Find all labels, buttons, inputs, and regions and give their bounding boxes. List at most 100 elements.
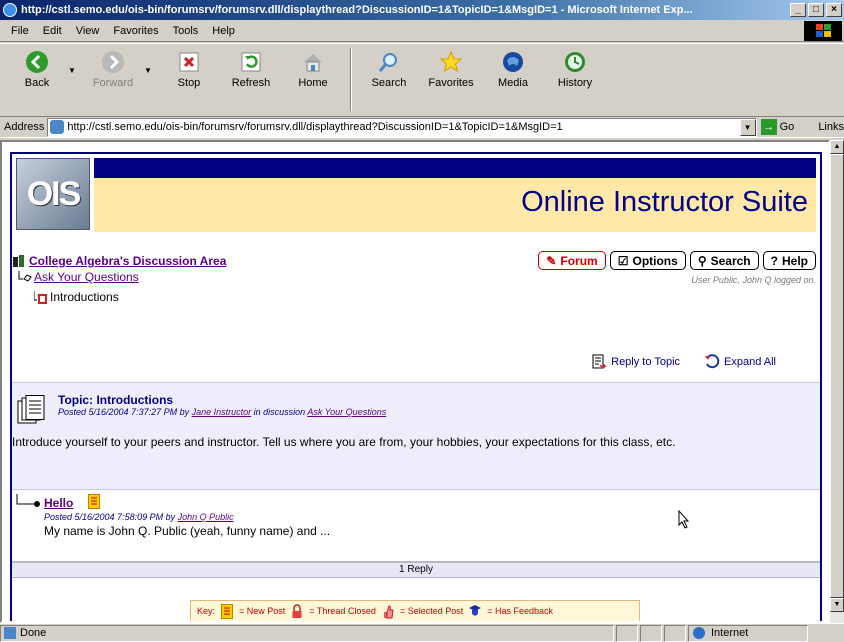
vertical-scrollbar[interactable]: ▲ ▼ [830, 140, 844, 623]
address-input[interactable]: http://cstl.semo.edu/ois-bin/forumsrv/fo… [47, 117, 757, 137]
window-title: http://cstl.semo.edu/ois-bin/forumsrv/fo… [21, 4, 693, 16]
expand-arrow-icon [705, 354, 720, 369]
maximize-button[interactable]: □ [808, 3, 824, 17]
status-cell [664, 624, 686, 642]
lock-icon [292, 603, 302, 618]
done-page-icon [4, 627, 16, 639]
forward-dropdown-icon[interactable]: ▼ [144, 44, 158, 115]
window-title-bar[interactable]: http://cstl.semo.edu/ois-bin/forumsrv/fo… [0, 0, 844, 20]
new-post-icon [88, 494, 100, 509]
menu-view[interactable]: View [69, 25, 107, 37]
reply-author-link[interactable]: John Q Public [178, 512, 234, 522]
stop-icon [179, 52, 199, 72]
toolbar: Back ▼ Forward ▼ Stop Refresh Home Searc… [0, 43, 844, 115]
discussion-tree-icon [18, 271, 32, 282]
menu-file[interactable]: File [4, 25, 36, 37]
expand-all-button[interactable]: Expand All [704, 354, 776, 370]
status-cell [616, 624, 638, 642]
go-arrow-icon: → [760, 119, 777, 135]
question-mark-icon: ? [770, 253, 778, 268]
address-label: Address [4, 121, 45, 133]
scroll-up-icon[interactable]: ▲ [830, 140, 844, 154]
back-button[interactable]: Back [6, 44, 68, 115]
discussion-area-link[interactable]: College Algebra's Discussion Area [29, 254, 226, 268]
history-label: History [557, 77, 593, 89]
back-dropdown-icon[interactable]: ▼ [68, 44, 82, 115]
page-icon [50, 120, 65, 134]
mouse-cursor-icon [678, 510, 690, 529]
back-label: Back [24, 77, 50, 89]
banner: OIS Online Instructor Suite [12, 154, 820, 234]
topic-discussion-link[interactable]: Ask Your Questions [307, 407, 386, 417]
introductions-label: Introductions [50, 290, 119, 304]
key-new-post: = New Post [239, 606, 286, 616]
status-cell [640, 624, 662, 642]
stop-label: Stop [177, 77, 201, 89]
links-label[interactable]: Links [818, 121, 844, 133]
topic-panel: Topic: Introductions Posted 5/16/2004 7:… [12, 382, 820, 490]
security-zone: Internet [688, 624, 808, 642]
scroll-thumb[interactable] [830, 154, 844, 598]
topic-document-icon [17, 395, 45, 424]
home-icon [304, 54, 322, 72]
search-button[interactable]: Search [358, 44, 420, 115]
pencil-icon: ✎ [546, 253, 557, 268]
help-button[interactable]: ? Help [762, 251, 816, 270]
back-arrow-icon [26, 51, 48, 73]
magnifier-icon: ⚲ [697, 253, 707, 268]
status-text-area: Done [0, 624, 614, 642]
media-button[interactable]: Media [482, 44, 544, 115]
menu-tools[interactable]: Tools [166, 25, 206, 37]
favorites-star-icon [439, 50, 463, 73]
forward-button[interactable]: Forward [82, 44, 144, 115]
ois-logo: OIS [16, 158, 90, 230]
key-has-feedback: = Has Feedback [487, 606, 554, 616]
favorites-button[interactable]: Favorites [420, 44, 482, 115]
home-button[interactable]: Home [282, 44, 344, 115]
stop-button[interactable]: Stop [158, 44, 220, 115]
address-bar: Address http://cstl.semo.edu/ois-bin/for… [0, 116, 844, 138]
search-label: Search [371, 77, 407, 89]
scroll-down-icon[interactable]: ▼ [830, 598, 844, 612]
topic-body: Introduce yourself to your peers and ins… [12, 435, 676, 449]
minimize-button[interactable]: _ [790, 3, 806, 17]
forum-label: Forum [560, 253, 598, 268]
topic-title: Topic: Introductions [58, 393, 174, 407]
key-label: Key: [197, 606, 216, 616]
search-icon [378, 53, 397, 72]
history-icon [565, 52, 585, 72]
menu-bar: File Edit View Favorites Tools Help [0, 20, 844, 42]
ie-icon [3, 3, 17, 17]
forum-button[interactable]: ✎ Forum [538, 251, 606, 270]
history-button[interactable]: History [544, 44, 606, 115]
media-label: Media [498, 77, 528, 89]
menu-favorites[interactable]: Favorites [106, 25, 165, 37]
forum-page: OIS Online Instructor Suite College Alge… [10, 152, 822, 621]
refresh-button[interactable]: Refresh [220, 44, 282, 115]
reply-meta: Posted 5/16/2004 7:58:09 PM by John Q Pu… [44, 512, 234, 522]
address-dropdown-icon[interactable]: ▼ [739, 118, 756, 136]
reply-icon [592, 354, 607, 369]
options-button[interactable]: ☑ Options [609, 251, 686, 270]
reply-to-topic-label: Reply to Topic [611, 356, 681, 368]
forward-label: Forward [92, 77, 134, 89]
reply-to-topic-button[interactable]: Reply to Topic [591, 354, 680, 370]
thumbs-up-icon [383, 604, 394, 618]
ask-questions-link[interactable]: Ask Your Questions [34, 270, 139, 284]
banner-title: Online Instructor Suite [521, 186, 808, 218]
menu-edit[interactable]: Edit [36, 25, 69, 37]
graduation-cap-icon [469, 604, 482, 616]
zone-label: Internet [711, 627, 749, 639]
forward-arrow-icon [102, 51, 124, 73]
topic-book-icon [34, 291, 47, 304]
options-label: Options [632, 253, 678, 268]
forum-search-button[interactable]: ⚲ Search [689, 251, 759, 270]
logged-on-status: User Public, John Q logged on. [691, 275, 816, 285]
banner-blue-bar [94, 158, 816, 178]
reply-title-link[interactable]: Hello [44, 496, 73, 510]
close-button[interactable]: × [826, 3, 842, 17]
topic-author-link[interactable]: Jane Instructor [192, 407, 252, 417]
home-label: Home [298, 77, 328, 89]
go-button[interactable]: → Go [760, 119, 794, 135]
menu-help[interactable]: Help [205, 25, 242, 37]
